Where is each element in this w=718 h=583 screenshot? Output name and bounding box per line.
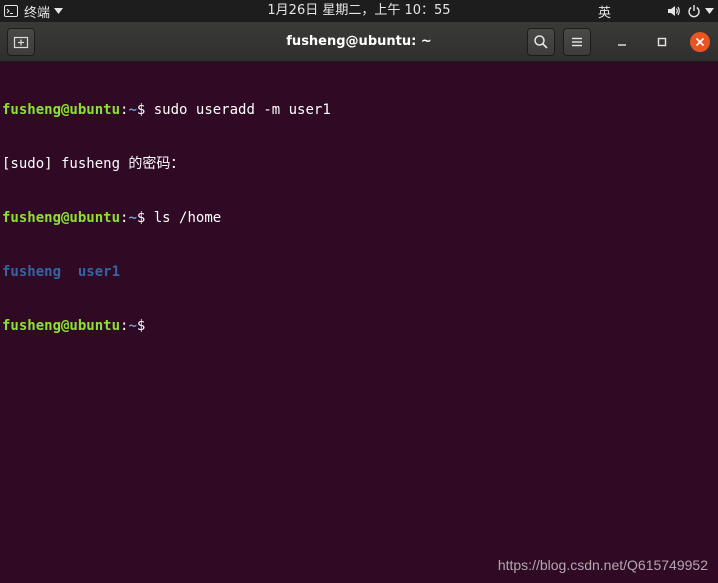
sudo-password-prompt: [sudo] fusheng 的密码： bbox=[2, 156, 185, 172]
terminal-line: fusheng@ubuntu:~$ bbox=[2, 317, 331, 335]
input-method-indicator[interactable]: 英 bbox=[598, 2, 611, 21]
prompt-path: ~ bbox=[128, 102, 137, 118]
top-panel: 终端 1月26日 星期二，上午 10：55 英 bbox=[0, 0, 718, 22]
directory-entry: fusheng bbox=[2, 264, 62, 280]
app-menu-label: 终端 bbox=[24, 5, 51, 21]
terminal-line: fusheng@ubuntu:~$ sudo useradd -m user1 bbox=[2, 101, 331, 119]
directory-entry: user1 bbox=[77, 264, 121, 280]
search-icon bbox=[534, 35, 548, 49]
power-icon[interactable] bbox=[687, 4, 701, 18]
prompt-dollar: $ bbox=[136, 318, 146, 334]
maximize-button[interactable] bbox=[653, 33, 671, 51]
minimize-button[interactable] bbox=[613, 33, 631, 51]
scrollbar[interactable] bbox=[712, 62, 718, 583]
terminal-headerbar: fusheng@ubuntu: ~ bbox=[0, 22, 718, 62]
search-button[interactable] bbox=[527, 28, 555, 56]
volume-icon[interactable] bbox=[667, 4, 681, 18]
prompt-user-host: fusheng@ubuntu bbox=[2, 210, 121, 226]
command-text: ls /home bbox=[153, 210, 222, 226]
command-text: sudo useradd -m user1 bbox=[153, 102, 331, 118]
prompt-user-host: fusheng@ubuntu bbox=[2, 102, 121, 118]
column-gap bbox=[61, 264, 78, 280]
terminal-output[interactable]: fusheng@ubuntu:~$ sudo useradd -m user1 … bbox=[0, 62, 718, 583]
app-menu[interactable]: 终端 bbox=[4, 1, 64, 21]
clock-display[interactable]: 1月26日 星期二，上午 10：55 bbox=[267, 3, 450, 18]
terminal-line: fusheng@ubuntu:~$ ls /home bbox=[2, 209, 331, 227]
prompt-dollar: $ bbox=[136, 102, 154, 118]
system-tray: 英 bbox=[598, 0, 714, 22]
new-tab-button[interactable] bbox=[7, 28, 35, 56]
menu-button[interactable] bbox=[563, 28, 591, 56]
desktop-screen: 终端 1月26日 星期二，上午 10：55 英 fusheng@ubuntu: … bbox=[0, 0, 718, 583]
caret-down-icon[interactable] bbox=[705, 8, 714, 14]
hamburger-menu-icon bbox=[572, 37, 582, 47]
prompt-user-host: fusheng@ubuntu bbox=[2, 318, 121, 334]
close-icon bbox=[695, 37, 705, 47]
terminal-line: fusheng user1 bbox=[2, 263, 331, 281]
terminal-line: [sudo] fusheng 的密码： bbox=[2, 155, 331, 173]
terminal-icon bbox=[4, 5, 18, 17]
watermark-url: https://blog.csdn.net/Q615749952 bbox=[497, 557, 708, 573]
minimize-icon bbox=[618, 44, 626, 46]
new-tab-icon bbox=[13, 36, 29, 49]
window-title: fusheng@ubuntu: ~ bbox=[286, 34, 432, 49]
prompt-path: ~ bbox=[128, 318, 137, 334]
prompt-path: ~ bbox=[128, 210, 137, 226]
prompt-dollar: $ bbox=[136, 210, 154, 226]
caret-down-icon bbox=[54, 8, 64, 14]
maximize-icon bbox=[657, 37, 667, 47]
close-button[interactable] bbox=[690, 32, 710, 52]
